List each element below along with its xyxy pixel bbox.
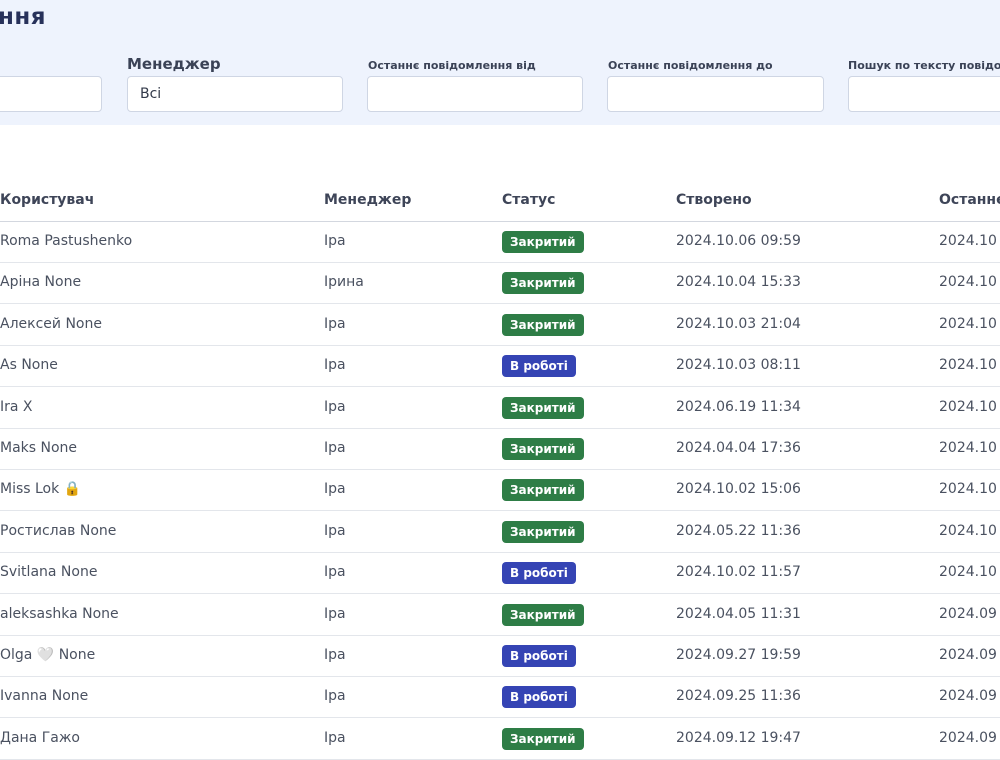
table-row[interactable]: Алексей None Іра Закритий 2024.10.03 21:04 2… xyxy=(0,305,1000,346)
status-badge: Закритий xyxy=(502,603,584,626)
user-cell: Аріна None xyxy=(0,274,82,291)
manager-cell: Іра xyxy=(324,440,346,456)
manager-cell: Іра xyxy=(324,233,346,249)
manager-cell: Іра xyxy=(324,522,346,539)
status-badge: В роботі xyxy=(502,355,576,378)
manager-cell: Іра xyxy=(324,398,346,415)
last-message-from-label: Останнє повідомлення від xyxy=(368,59,536,72)
last-message-cell: 2024.10 xyxy=(939,274,997,291)
created-cell: 2024.05.22 11:36 xyxy=(676,522,801,539)
last-message-to-input[interactable] xyxy=(607,76,824,112)
created-cell: 2024.06.19 11:34 xyxy=(676,398,801,415)
created-cell: 2024.09.25 11:36 xyxy=(676,688,801,705)
user-cell: Ростислав None xyxy=(0,522,117,539)
filter-panel: ння Менеджер Останнє повідомлення від Ос… xyxy=(0,0,1000,125)
status-badge: В роботі xyxy=(502,645,576,667)
table-row[interactable]: aleksashka None Іра Закритий 2024.04.05 11:… xyxy=(0,595,1000,636)
message-search-input[interactable] xyxy=(848,76,1000,112)
column-header-created[interactable]: Створено xyxy=(676,192,752,208)
status-badge: Закритий xyxy=(502,479,584,502)
manager-cell: Іра xyxy=(324,564,346,581)
table-row[interactable]: Svitlana None Іра В роботі 2024.10.02 11:57… xyxy=(0,553,1000,595)
table-row[interactable]: Дана Гажо Іра Закритий 2024.09.12 19:47 2024… xyxy=(0,719,1000,760)
last-message-cell: 2024.10 xyxy=(939,440,997,456)
last-message-cell: 2024.10 xyxy=(939,398,997,415)
table-row[interactable]: Roma Pastushenko Іра Закритий 2024.10.06 09… xyxy=(0,222,1000,263)
manager-cell: Ірина xyxy=(324,274,364,291)
last-message-cell: 2024.10 xyxy=(939,233,997,249)
last-message-cell: 2024.10 xyxy=(939,522,997,539)
last-message-cell: 2024.10 xyxy=(939,481,997,498)
column-header-last[interactable]: Останнє xyxy=(939,192,1000,208)
manager-filter-label: Менеджер xyxy=(127,55,221,73)
table-row[interactable]: Ростислав None Іра Закритий 2024.05.22 11:3… xyxy=(0,512,1000,553)
user-cell: aleksashka None xyxy=(0,605,119,622)
status-badge: Закритий xyxy=(502,313,584,336)
status-badge: Закритий xyxy=(502,520,584,543)
table-row[interactable]: As None Іра В роботі 2024.10.03 08:11 2024.1… xyxy=(0,346,1000,388)
message-search-label: Пошук по тексту повідомле xyxy=(848,59,1000,72)
user-cell: Дана Гажо xyxy=(0,729,80,746)
status-badge: Закритий xyxy=(502,438,584,460)
user-cell: Svitlana None xyxy=(0,564,98,581)
status-badge: Закритий xyxy=(502,396,584,419)
manager-filter-select[interactable] xyxy=(127,76,343,112)
status-badge: В роботі xyxy=(502,686,576,709)
table-row[interactable]: Miss Lok 🔒 Іра Закритий 2024.10.02 15:06 202… xyxy=(0,470,1000,512)
last-message-from-input[interactable] xyxy=(367,76,583,112)
manager-cell: Іра xyxy=(324,315,346,332)
created-cell: 2024.04.05 11:31 xyxy=(676,605,801,622)
manager-cell: Іра xyxy=(324,357,346,374)
user-cell: Ira X xyxy=(0,398,33,415)
user-cell: As None xyxy=(0,357,58,374)
user-cell: Miss Lok 🔒 xyxy=(0,481,82,498)
table-row[interactable]: Maks None Іра Закритий 2024.04.04 17:36 2024… xyxy=(0,429,1000,470)
last-message-cell: 2024.10 xyxy=(939,357,997,374)
user-cell: Olga 🤍 None xyxy=(0,647,96,663)
user-cell: Ivanna None xyxy=(0,688,89,705)
created-cell: 2024.04.04 17:36 xyxy=(676,440,801,456)
last-message-to-label: Останнє повідомлення до xyxy=(608,59,773,72)
manager-cell: Іра xyxy=(324,647,346,663)
created-cell: 2024.09.27 19:59 xyxy=(676,647,801,663)
manager-cell: Іра xyxy=(324,729,346,746)
created-cell: 2024.10.02 15:06 xyxy=(676,481,801,498)
last-message-cell: 2024.09 xyxy=(939,729,997,746)
column-header-status[interactable]: Статус xyxy=(502,192,555,208)
created-cell: 2024.10.02 11:57 xyxy=(676,564,801,581)
column-header-manager[interactable]: Менеджер xyxy=(324,192,411,208)
column-header-user[interactable]: Користувач xyxy=(0,192,94,208)
table-row[interactable]: Аріна None Ірина Закритий 2024.10.04 15:33 2… xyxy=(0,263,1000,305)
created-cell: 2024.10.04 15:33 xyxy=(676,274,801,291)
user-cell: Алексей None xyxy=(0,315,102,332)
created-cell: 2024.10.03 21:04 xyxy=(676,315,801,332)
created-cell: 2024.09.12 19:47 xyxy=(676,729,801,746)
status-badge: Закритий xyxy=(502,727,584,750)
last-message-cell: 2024.10 xyxy=(939,564,997,581)
manager-cell: Іра xyxy=(324,605,346,622)
last-message-cell: 2024.09 xyxy=(939,605,997,622)
user-cell: Maks None xyxy=(0,440,78,456)
manager-cell: Іра xyxy=(324,481,346,498)
table-row[interactable]: Olga 🤍 None Іра В роботі 2024.09.27 19:59 20… xyxy=(0,636,1000,677)
user-cell: Roma Pastushenko xyxy=(0,233,133,249)
user-filter-input[interactable] xyxy=(0,76,102,112)
created-cell: 2024.10.03 08:11 xyxy=(676,357,801,374)
table-row[interactable]: Ira X Іра Закритий 2024.06.19 11:34 2024.10 xyxy=(0,388,1000,429)
status-badge: В роботі xyxy=(502,562,576,585)
last-message-cell: 2024.09 xyxy=(939,688,997,705)
last-message-cell: 2024.09 xyxy=(939,647,997,663)
table-row[interactable]: Ivanna None Іра В роботі 2024.09.25 11:36 20… xyxy=(0,677,1000,719)
last-message-cell: 2024.10 xyxy=(939,315,997,332)
status-badge: Закритий xyxy=(502,272,584,295)
page-title: ння xyxy=(0,4,47,30)
created-cell: 2024.10.06 09:59 xyxy=(676,233,801,249)
manager-cell: Іра xyxy=(324,688,346,705)
status-badge: Закритий xyxy=(502,231,584,253)
